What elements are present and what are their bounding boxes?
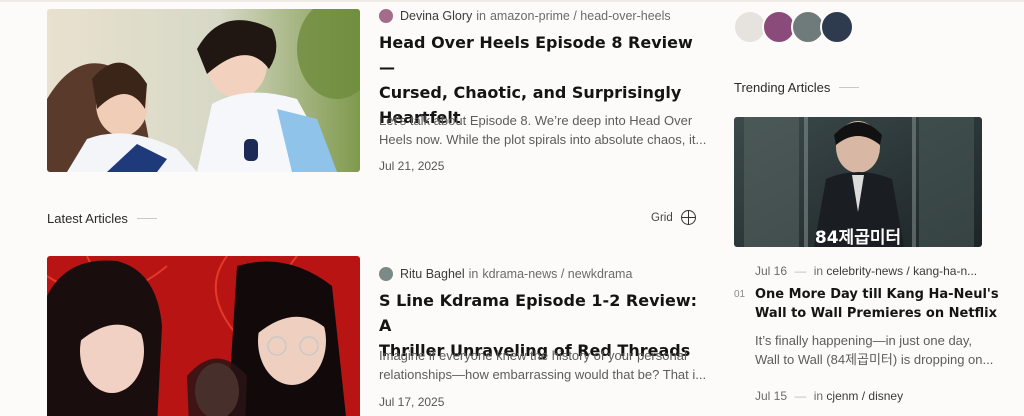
title-line: Cursed, Chaotic, and Surprisingly xyxy=(379,83,682,102)
thumbnail-illustration xyxy=(47,256,360,416)
article-excerpt: Imagine if everyone knew the history of … xyxy=(379,346,709,384)
title-line: Head Over Heels Episode 8 Review— xyxy=(379,33,693,77)
thumbnail-illustration xyxy=(47,9,360,172)
meta-dash: — xyxy=(794,389,807,403)
trending-articles-heading: Trending Articles xyxy=(734,80,860,95)
article-date: Jul 21, 2025 xyxy=(379,159,445,173)
excerpt-line: relationships—how embarrassing would tha… xyxy=(379,367,707,382)
excerpt-line: Wall to Wall (84제곱미터) is dropping on... xyxy=(755,352,994,367)
article-excerpt: Let’s talk about Episode 8. We’re deep i… xyxy=(379,111,709,149)
heading-rule xyxy=(839,87,860,88)
author-avatar xyxy=(379,267,393,281)
article-thumbnail[interactable] xyxy=(47,256,360,416)
author-link[interactable]: Ritu Baghel xyxy=(400,267,465,281)
in-label: in xyxy=(813,264,824,278)
article-date: Jul 17, 2025 xyxy=(379,395,445,409)
trending-number: 01 xyxy=(734,289,746,300)
trending-meta: Jul 16 — in celebrity-news / kang-ha-n..… xyxy=(755,264,977,278)
title-line: Wall to Wall Premieres on Netflix xyxy=(755,306,998,321)
grid-view-toggle[interactable]: Grid xyxy=(651,210,696,225)
category-link[interactable]: kdrama-news / newkdrama xyxy=(482,267,632,281)
trending-title[interactable]: One More Day till Kang Ha-Neul's Wall to… xyxy=(755,285,1015,323)
trending-excerpt: It’s finally happening—in just one day, … xyxy=(755,331,1015,369)
author-avatar[interactable] xyxy=(820,10,854,44)
author-avatars xyxy=(733,10,854,44)
excerpt-line: Let’s talk about Episode 8. We’re deep i… xyxy=(379,113,693,128)
trending-date: Jul 16 xyxy=(755,264,788,278)
in-label: in xyxy=(476,9,486,23)
latest-articles-heading: Latest Articles xyxy=(47,211,157,226)
title-line: One More Day till Kang Ha-Neul's xyxy=(755,287,999,302)
author-link[interactable]: Devina Glory xyxy=(400,9,472,23)
author-avatar xyxy=(379,9,393,23)
heading-label: Latest Articles xyxy=(47,211,128,226)
thumbnail-overlay-text: 84제곱미터 xyxy=(815,228,901,247)
excerpt-line: It’s finally happening—in just one day, xyxy=(755,333,973,348)
in-label: in xyxy=(813,389,824,403)
trending-thumbnail[interactable]: 84제곱미터 xyxy=(734,117,982,247)
category-link[interactable]: cjenm / disney xyxy=(826,389,903,403)
in-label: in xyxy=(468,267,479,281)
article-thumbnail[interactable] xyxy=(47,9,360,172)
category-link[interactable]: amazon-prime / head-over-heels xyxy=(490,9,671,23)
excerpt-line: Imagine if everyone knew the history of … xyxy=(379,348,687,363)
excerpt-line: Heels now. While the plot spirals into a… xyxy=(379,132,707,147)
grid-label: Grid xyxy=(651,211,673,224)
category-link[interactable]: celebrity-news / kang-ha-n... xyxy=(826,264,977,278)
grid-icon[interactable] xyxy=(680,210,696,225)
thumbnail-illustration: 84제곱미터 xyxy=(734,117,982,247)
top-border xyxy=(0,0,1024,2)
article-meta: Devina Glory in amazon-prime / head-over… xyxy=(379,9,671,23)
trending-meta: Jul 15 — in cjenm / disney xyxy=(755,389,903,403)
heading-rule xyxy=(136,218,157,219)
article-meta: Ritu Baghel in kdrama-news / newkdrama xyxy=(379,267,632,281)
heading-label: Trending Articles xyxy=(734,80,831,95)
trending-date: Jul 15 xyxy=(755,389,788,403)
meta-dash: — xyxy=(794,264,807,278)
title-line: S Line Kdrama Episode 1-2 Review: A xyxy=(379,291,698,335)
